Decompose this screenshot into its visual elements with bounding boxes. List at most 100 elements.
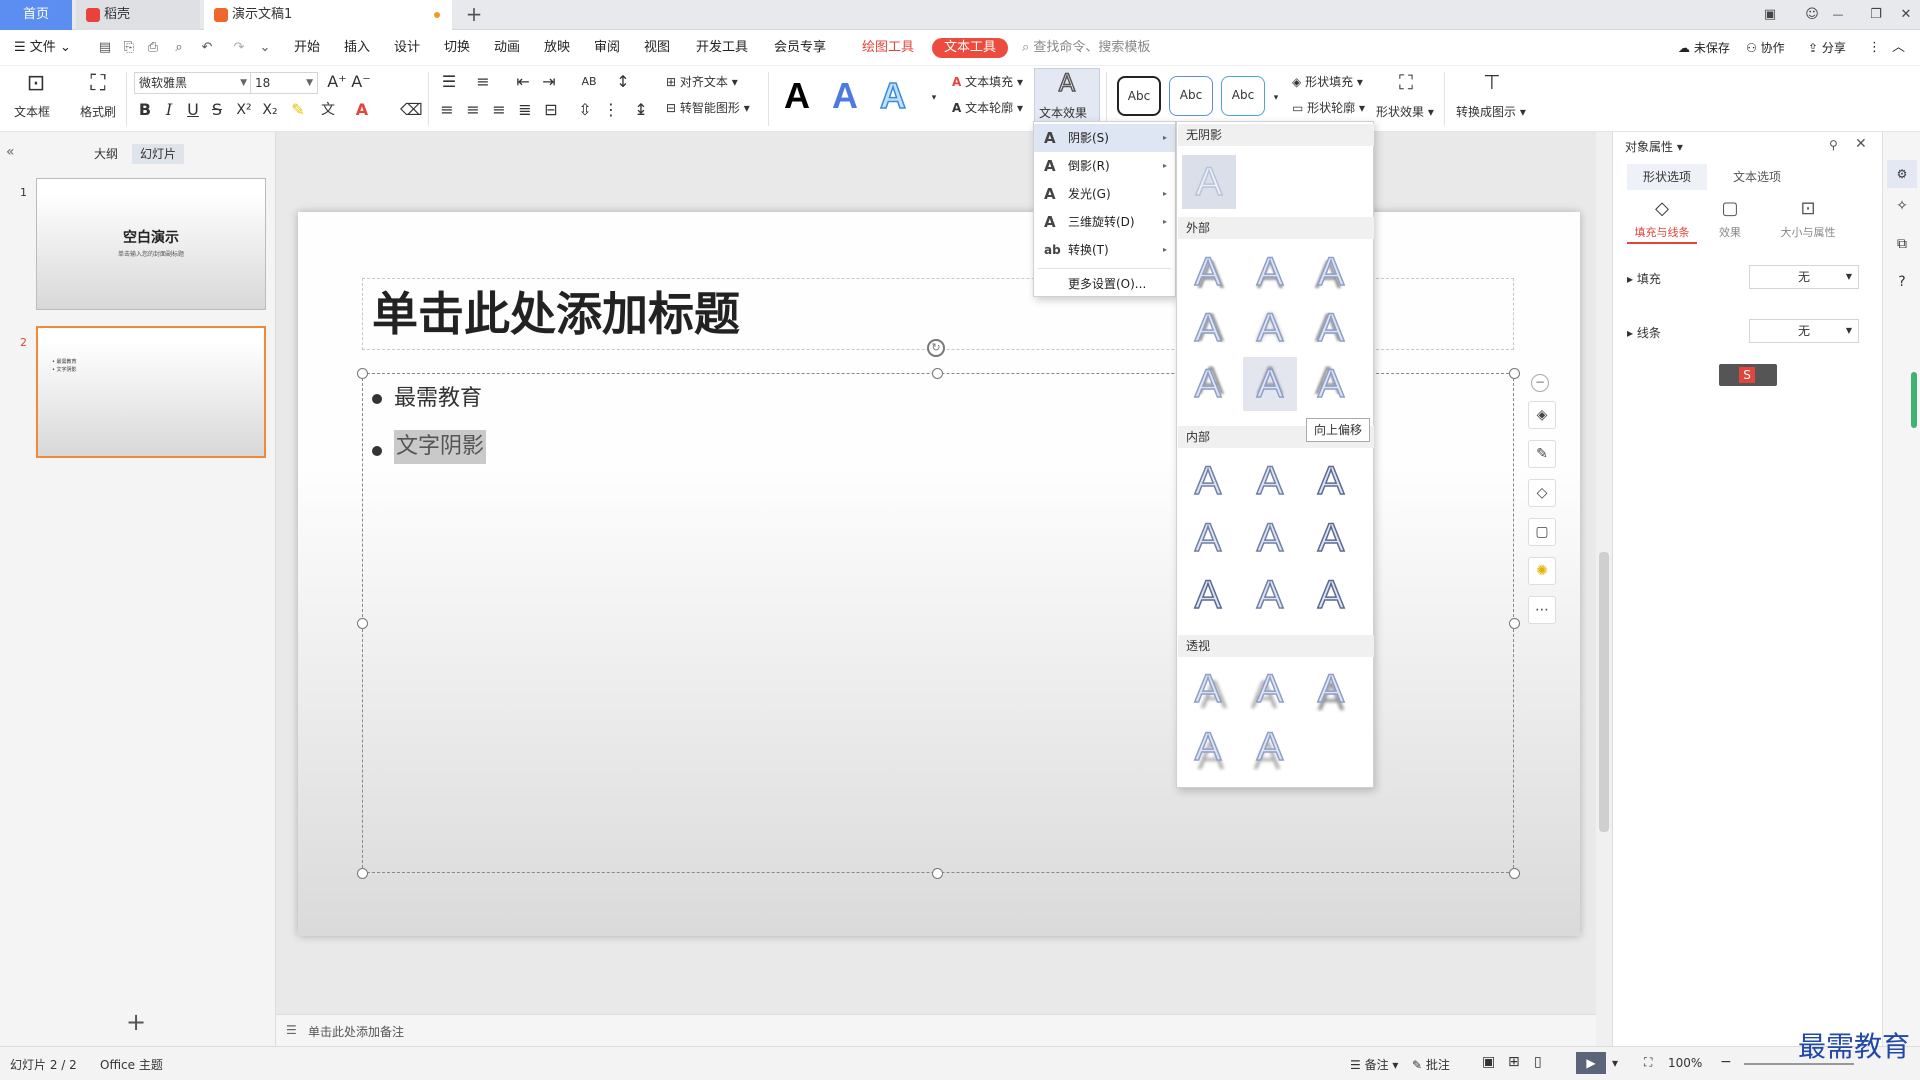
resize-handle[interactable]	[1509, 618, 1520, 629]
shadow-inner-4[interactable]: A	[1181, 511, 1235, 565]
more-tools-icon[interactable]: ⋯	[1528, 596, 1556, 624]
textbox-button[interactable]: 文本框	[14, 104, 50, 120]
bullet-text-2-selected[interactable]: 文字阴影	[394, 430, 487, 464]
share-button[interactable]: ⇪ 分享	[1808, 38, 1846, 58]
distribute-icon[interactable]: ⊟	[540, 100, 562, 120]
scroll-thumb[interactable]	[1599, 552, 1609, 832]
panel-title[interactable]: 对象属性 ▾	[1625, 138, 1683, 155]
pen-icon[interactable]: ✎	[1528, 440, 1556, 468]
resize-handle[interactable]	[357, 618, 368, 629]
input-method-icon[interactable]: S	[1719, 364, 1777, 386]
justify-icon[interactable]: ≣	[514, 100, 536, 120]
more-menu-icon[interactable]: ⋮	[1868, 38, 1881, 58]
italic-button[interactable]: I	[160, 100, 178, 120]
convert-diagram-icon[interactable]: ⊤	[1478, 72, 1506, 92]
animation-icon[interactable]: ✧	[1887, 198, 1917, 214]
line-select[interactable]: 无 ▼	[1749, 319, 1859, 343]
close-window-button[interactable]: ✕	[1894, 4, 1918, 26]
subtab-fill-line[interactable]: 填充与线条	[1627, 224, 1697, 244]
resize-handle[interactable]	[357, 868, 368, 879]
eraser-icon[interactable]: ◇	[1528, 479, 1556, 507]
shadow-inner-3[interactable]: A	[1304, 454, 1358, 508]
text-outline-button[interactable]: A 文本轮廓 ▾	[952, 100, 1023, 116]
format-painter-icon[interactable]: ⛶	[84, 73, 112, 95]
fill-select[interactable]: 无 ▼	[1749, 265, 1859, 289]
font-size-select[interactable]: 18 ▼	[250, 72, 318, 94]
subtab-size[interactable]: 大小与属性	[1763, 224, 1853, 240]
menu-draw-tools[interactable]: 绘图工具	[862, 38, 914, 58]
sorter-view-icon[interactable]: ⊞	[1508, 1054, 1520, 1070]
comments-toggle[interactable]: ✎ 批注	[1412, 1056, 1450, 1073]
decrease-indent-icon[interactable]: ⇤	[512, 72, 534, 92]
subscript-icon[interactable]: X₂	[260, 100, 280, 120]
menu-text-tools[interactable]: 文本工具	[932, 38, 1009, 58]
restore-button[interactable]: ❐	[1864, 4, 1888, 26]
grow-font-icon[interactable]: A⁺	[326, 72, 348, 92]
add-slide-button[interactable]: +	[126, 1008, 146, 1036]
resize-handle[interactable]	[932, 368, 943, 379]
font-family-select[interactable]: 微软雅黑 ▼	[134, 72, 252, 94]
export-icon[interactable]: ⎘	[120, 39, 138, 57]
new-tab-button[interactable]: +	[462, 3, 486, 27]
zoom-out-icon[interactable]: −	[1720, 1054, 1732, 1070]
subtab-effect[interactable]: 效果	[1705, 224, 1755, 240]
align-right-icon[interactable]: ≡	[488, 100, 510, 120]
fit-icon[interactable]: ⛶	[1644, 1055, 1652, 1070]
shadow-inner-2[interactable]: A	[1243, 454, 1297, 508]
menu-item-reflection[interactable]: A 倒影(R) ▸	[1034, 152, 1175, 180]
shadow-outer-8-hovered[interactable]: A	[1243, 357, 1297, 411]
convert-diagram-button[interactable]: 转换成图示 ▾	[1456, 104, 1526, 120]
shadow-inner-7[interactable]: A	[1181, 568, 1235, 622]
text-style-outline-icon[interactable]: A	[879, 75, 907, 117]
text-style-more-icon[interactable]: ▾	[928, 88, 940, 108]
shadow-outer-5[interactable]: A	[1243, 301, 1297, 355]
text-style-blue-icon[interactable]: A	[832, 76, 858, 116]
smart-shape-button[interactable]: ⊟ 转智能图形 ▾	[666, 100, 750, 116]
resize-handle[interactable]	[1509, 368, 1520, 379]
menu-transition[interactable]: 切换	[444, 38, 470, 58]
shadow-perspective-5[interactable]: A	[1243, 720, 1297, 774]
fill-section[interactable]: ▸ 填充	[1627, 270, 1661, 287]
shadow-perspective-2[interactable]: A	[1243, 662, 1297, 716]
copy-icon[interactable]: ⧉	[1887, 236, 1917, 252]
bulb-icon[interactable]: ✺	[1528, 557, 1556, 585]
strikethrough-button[interactable]: S	[208, 100, 226, 120]
menu-review[interactable]: 审阅	[594, 38, 620, 58]
align-text-button[interactable]: ⊞ 对齐文本 ▾	[666, 74, 738, 90]
slide-title[interactable]: 单击此处添加标题	[372, 284, 740, 344]
theme-name[interactable]: Office 主题	[100, 1056, 163, 1073]
increase-indent-icon[interactable]: ⇥	[538, 72, 560, 92]
menu-view[interactable]: 视图	[644, 38, 670, 58]
user-avatar-icon[interactable]: ☺	[1800, 4, 1824, 26]
bold-button[interactable]: B	[136, 100, 154, 120]
shadow-inner-5[interactable]: A	[1243, 511, 1297, 565]
fill-line-icon[interactable]: ◇	[1627, 198, 1697, 219]
shadow-outer-4[interactable]: A	[1181, 301, 1235, 355]
shadow-perspective-4[interactable]: A	[1181, 720, 1235, 774]
text-direction-icon[interactable]: AB	[576, 72, 602, 92]
collapse-toolbar-icon[interactable]: −	[1531, 374, 1549, 392]
minimize-button[interactable]: —	[1826, 4, 1850, 26]
customize-icon[interactable]: ⌄	[256, 39, 274, 57]
menu-animation[interactable]: 动画	[494, 38, 520, 58]
menu-item-shadow[interactable]: A 阴影(S) ▸	[1034, 124, 1175, 152]
collapse-pane-icon[interactable]: «	[6, 144, 15, 160]
green-scroll-indicator[interactable]	[1911, 372, 1917, 428]
menu-item-glow[interactable]: A 发光(G) ▸	[1034, 180, 1175, 208]
reading-view-icon[interactable]: ▯	[1534, 1054, 1542, 1070]
unsaved-button[interactable]: ☁ 未保存	[1678, 38, 1730, 58]
menu-developer[interactable]: 开发工具	[696, 38, 748, 58]
size-icon[interactable]: ⊡	[1763, 198, 1853, 219]
notes-area[interactable]: ☰ 单击此处添加备注	[276, 1014, 1596, 1046]
shadow-outer-3[interactable]: A	[1304, 245, 1358, 299]
normal-view-icon[interactable]: ▣	[1482, 1054, 1495, 1070]
resize-handle[interactable]	[1509, 868, 1520, 879]
shrink-font-icon[interactable]: A⁻	[350, 72, 372, 92]
spacing-menu-icon[interactable]: ↨	[630, 100, 652, 120]
play-icon[interactable]: ▶	[1576, 1052, 1606, 1074]
shadow-outer-2[interactable]: A	[1243, 245, 1297, 299]
notes-toggle[interactable]: ☰ 备注 ▾	[1350, 1056, 1398, 1073]
menu-design[interactable]: 设计	[394, 38, 420, 58]
help-icon[interactable]: ?	[1887, 274, 1917, 290]
tab-docer[interactable]: 稻壳	[76, 0, 200, 30]
